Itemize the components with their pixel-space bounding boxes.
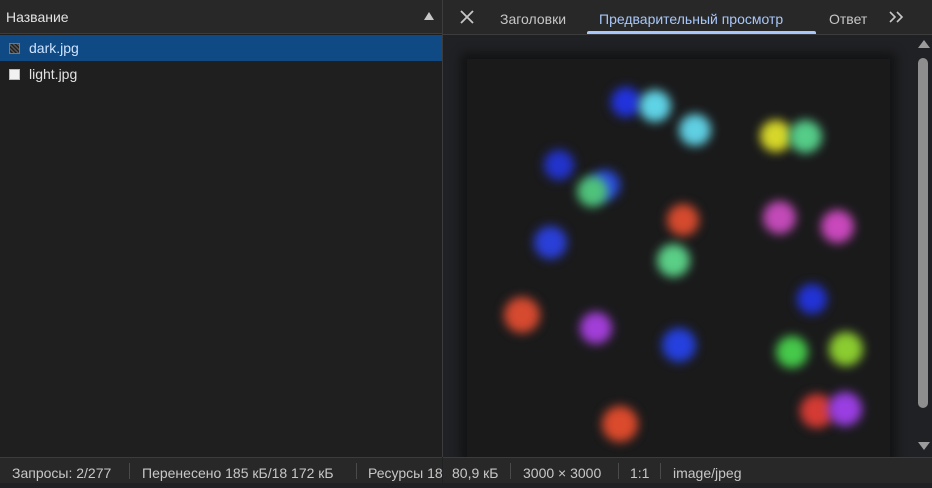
requests-panel: Название dark.jpg light.jpg	[0, 0, 442, 457]
tab-preview[interactable]: Предварительный просмотр	[599, 0, 783, 34]
request-row-light[interactable]: light.jpg	[0, 61, 442, 87]
info-separator	[660, 463, 661, 479]
chevron-double-right-icon[interactable]	[887, 9, 905, 25]
dark-image-icon	[9, 42, 20, 54]
sort-ascending-icon[interactable]	[424, 12, 434, 20]
tab-headers[interactable]: Заголовки	[500, 0, 566, 34]
info-separator	[618, 463, 619, 479]
network-status-bar: Запросы: 2/277 Перенесено 185 кБ/18 172 …	[0, 457, 442, 483]
column-header-label: Название	[6, 8, 69, 25]
request-file-name: dark.jpg	[29, 40, 79, 56]
close-icon[interactable]	[459, 9, 475, 25]
image-dimensions: 3000 × 3000	[523, 465, 602, 481]
status-separator	[129, 463, 130, 479]
image-info-bar: 80,9 кБ 3000 × 3000 1:1 image/jpeg	[443, 457, 932, 483]
status-separator	[356, 463, 357, 479]
requests-count: Запросы: 2/277	[12, 465, 112, 481]
active-tab-indicator	[587, 31, 816, 34]
scroll-up-arrow-icon[interactable]	[918, 40, 930, 48]
image-mime-type: image/jpeg	[673, 465, 742, 481]
image-file-size: 80,9 кБ	[452, 465, 499, 481]
image-preview-area	[443, 35, 915, 457]
image-aspect-ratio: 1:1	[630, 465, 650, 481]
info-separator	[510, 463, 511, 479]
details-tab-bar: Заголовки Предварительный просмотр Ответ	[443, 0, 932, 35]
preview-scrollbar[interactable]	[915, 35, 932, 457]
image-preview	[467, 59, 890, 457]
resources-size: Ресурсы 18 174 кБ	[368, 465, 442, 481]
scroll-thumb[interactable]	[918, 58, 928, 408]
light-image-icon	[9, 68, 20, 80]
details-panel: Заголовки Предварительный просмотр Ответ	[443, 0, 932, 457]
column-header-name[interactable]: Название	[0, 0, 442, 34]
request-file-name: light.jpg	[29, 66, 78, 82]
tab-response[interactable]: Ответ	[829, 0, 867, 34]
scroll-down-arrow-icon[interactable]	[918, 442, 930, 450]
request-row-dark[interactable]: dark.jpg	[0, 35, 442, 61]
transferred-size: Перенесено 185 кБ/18 172 кБ	[142, 465, 334, 481]
